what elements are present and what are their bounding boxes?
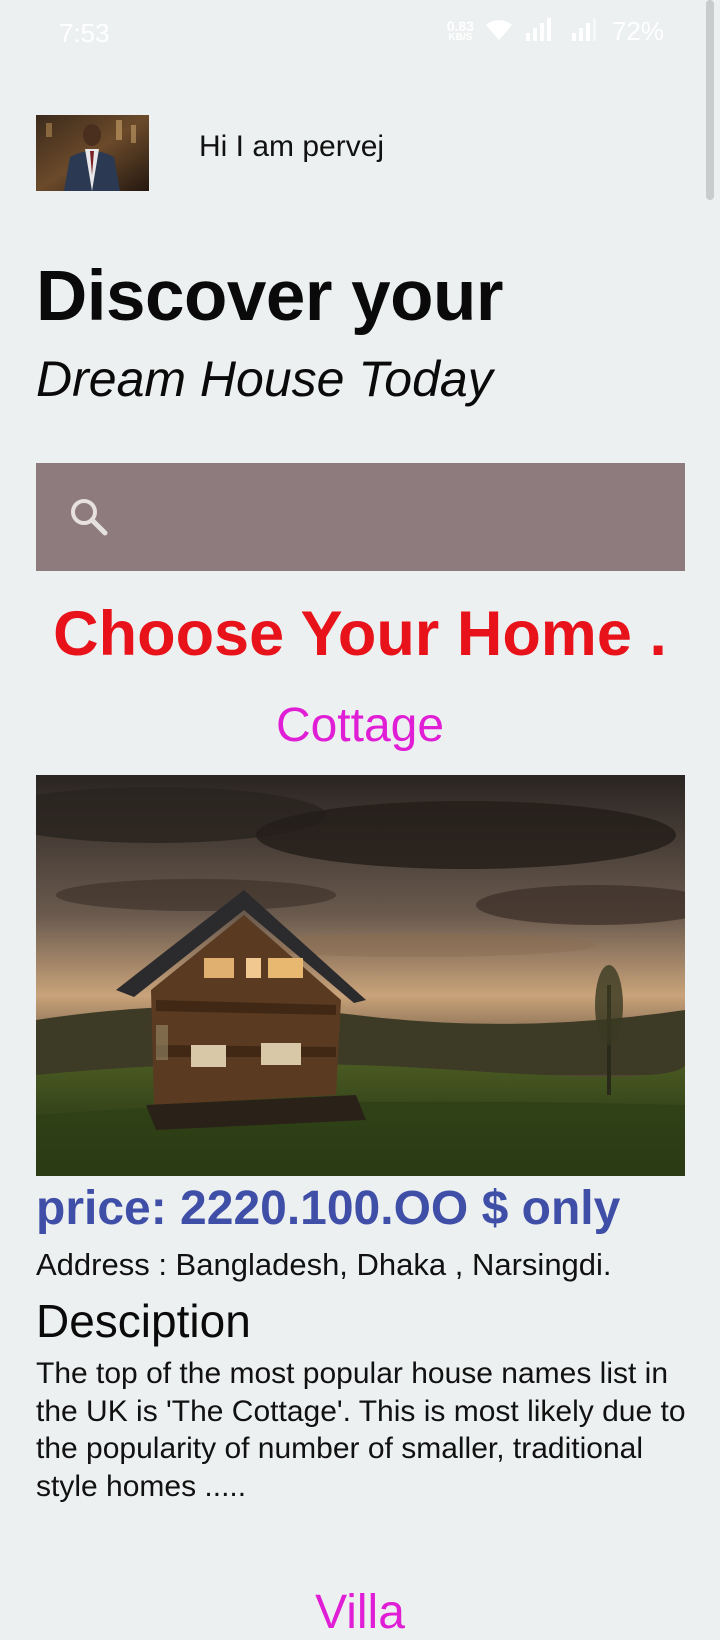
signal-icon <box>524 17 560 46</box>
battery-level: 72% <box>611 16 664 46</box>
greeting-text: Hi I am pervej <box>199 130 385 163</box>
network-speed-unit: KB/S <box>448 32 473 43</box>
scrollbar[interactable] <box>706 0 714 200</box>
status-icons: 0.83 KB/S 72% <box>447 16 664 47</box>
headline-subtitle: Dream House Today <box>36 351 493 407</box>
category-title[interactable]: Cottage <box>0 698 720 753</box>
search-icon[interactable] <box>67 495 111 539</box>
listing-price: price: 2220.100.OO $ only <box>36 1182 621 1235</box>
avatar[interactable] <box>36 115 149 191</box>
status-time: 7:53 <box>59 18 110 48</box>
listing-image[interactable] <box>36 775 685 1176</box>
section-title: Choose Your Home . <box>53 599 667 669</box>
description-text: The top of the most popular house names … <box>36 1357 686 1503</box>
signal-icon-2 <box>570 17 598 46</box>
network-speed-value: 0.83 <box>446 18 474 34</box>
headline-title: Discover your <box>36 257 504 336</box>
network-speed: 0.83 KB/S <box>446 18 474 43</box>
search-input[interactable] <box>136 463 670 573</box>
listing-address: Address : Bangladesh, Dhaka , Narsingdi. <box>36 1247 612 1282</box>
search-bar[interactable] <box>36 463 685 573</box>
description-heading: Desciption <box>36 1295 251 1347</box>
status-bar: 7:53 0.83 KB/S 72% <box>0 0 720 66</box>
category-title-next[interactable]: Villa <box>0 1585 720 1640</box>
wifi-icon <box>484 16 514 47</box>
